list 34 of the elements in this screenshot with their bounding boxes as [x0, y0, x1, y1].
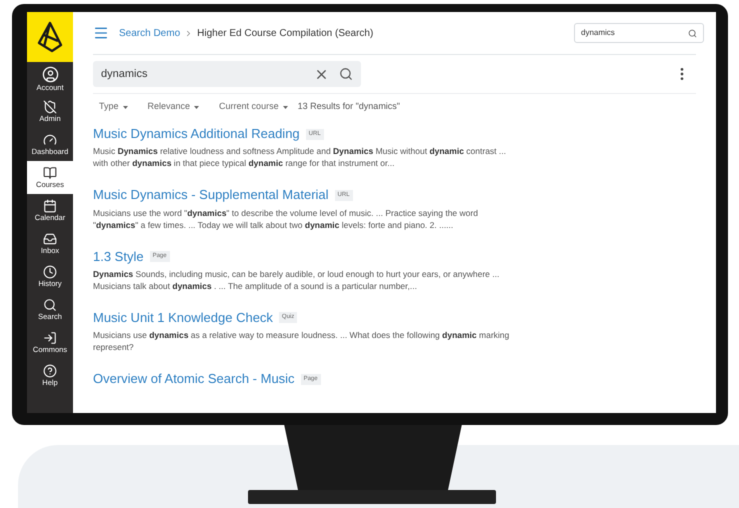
- caret-icon: [122, 106, 128, 108]
- gauge-icon: [43, 133, 57, 148]
- calendar-icon: [43, 199, 57, 214]
- result-title[interactable]: Music Dynamics - Supplemental Material: [93, 187, 329, 204]
- result-title[interactable]: Overview of Atomic Search - Music: [93, 371, 295, 388]
- result-snippet: Musicians use the word "dynamics" to describe the volume level of music. ... Practice saying the word "dynamics" a few times. ... Today we will talk about two dynamic levels: forte and piano. 2. ......: [93, 206, 479, 230]
- arrow-icon: [43, 331, 57, 346]
- result-snippet: Music Dynamics relative loudness and softness Amplitude and Dynamics Music without dynamic contrast ... with other dynamics in that piece typical dynamic range for that instrument or...: [93, 145, 507, 170]
- breadcrumb-current: Higher Ed Course Compilation (Search): [197, 26, 374, 40]
- inbox-icon: [43, 232, 57, 246]
- help-icon: [43, 364, 57, 378]
- filter-dropdown[interactable]: Type: [99, 100, 128, 114]
- book-icon: [43, 166, 57, 180]
- search-bar[interactable]: dynamics: [93, 61, 361, 87]
- result-title[interactable]: Music Dynamics Additional Reading: [93, 126, 300, 142]
- clock-icon: [43, 265, 57, 280]
- search-icon: [688, 28, 697, 38]
- caret-icon: [194, 106, 200, 108]
- breadcrumb-link[interactable]: Search Demo: [119, 26, 180, 40]
- user-icon: [42, 66, 58, 83]
- shield-icon: [43, 100, 57, 114]
- result-snippet: Dynamics Sounds, including music, can be barely audible, or loud enough to hurt your ears, or anywhere ... Musicians talk about dynamics . ... The amplitude of a sound is a particular number,...: [93, 268, 500, 292]
- filter-dropdown[interactable]: Relevance: [148, 100, 200, 114]
- result-title[interactable]: Music Unit 1 Knowledge Check: [93, 310, 273, 326]
- search-icon[interactable]: [339, 67, 353, 81]
- result-title[interactable]: 1.3 Style: [93, 248, 144, 265]
- search-field[interactable]: dynamics: [574, 23, 704, 43]
- result-snippet: Musicians use dynamics as a relative way to measure loudness. ... What does the following dynamic marking represent?: [93, 329, 510, 353]
- search-icon: [43, 298, 57, 312]
- result-count: 13 Results for "dynamics": [298, 100, 400, 114]
- caret-icon: [282, 106, 288, 108]
- logo-icon: [36, 21, 64, 53]
- menu-icon[interactable]: [93, 25, 109, 41]
- filter-dropdown[interactable]: Current course: [219, 100, 288, 114]
